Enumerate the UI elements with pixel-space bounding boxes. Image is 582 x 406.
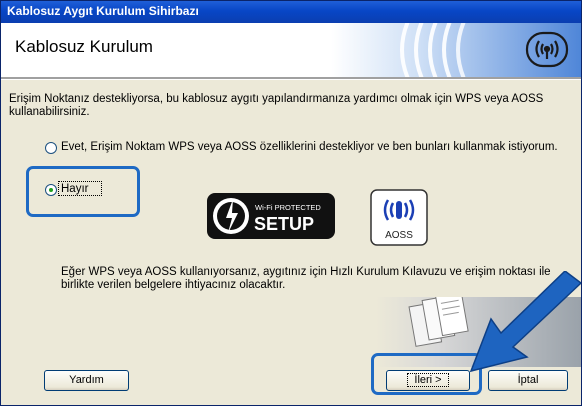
svg-text:SETUP: SETUP xyxy=(254,214,314,234)
intro-text: Erişim Noktanız destekliyorsa, bu kablos… xyxy=(9,93,544,118)
header-separator xyxy=(1,77,581,80)
wps-logo: Wi-Fi PROTECTED SETUP xyxy=(207,193,335,239)
option-no-radio[interactable] xyxy=(45,184,57,196)
wizard-window: Kablosuz Aygıt Kurulum Sihirbazı Kablosu… xyxy=(0,0,582,406)
next-button-label: İleri > xyxy=(407,373,449,387)
option-yes-radio[interactable] xyxy=(45,142,57,154)
option-yes-label[interactable]: Evet, Erişim Noktam WPS veya AOSS özelli… xyxy=(61,141,561,154)
cancel-button[interactable]: İptal xyxy=(488,370,568,391)
focus-rectangle xyxy=(58,181,102,196)
svg-text:AOSS: AOSS xyxy=(385,230,413,241)
help-button[interactable]: Yardım xyxy=(44,370,129,391)
pointer-arrow-icon xyxy=(469,271,581,373)
wireless-banner-graphic xyxy=(331,23,581,77)
title-bar[interactable]: Kablosuz Aygıt Kurulum Sihirbazı xyxy=(1,1,581,23)
window-title: Kablosuz Aygıt Kurulum Sihirbazı xyxy=(7,4,199,18)
next-button[interactable]: İleri > xyxy=(386,370,470,391)
header-banner: Kablosuz Kurulum xyxy=(1,23,581,77)
svg-text:Wi-Fi PROTECTED: Wi-Fi PROTECTED xyxy=(255,203,321,212)
page-title: Kablosuz Kurulum xyxy=(15,37,153,56)
aoss-logo: AOSS xyxy=(370,189,428,246)
